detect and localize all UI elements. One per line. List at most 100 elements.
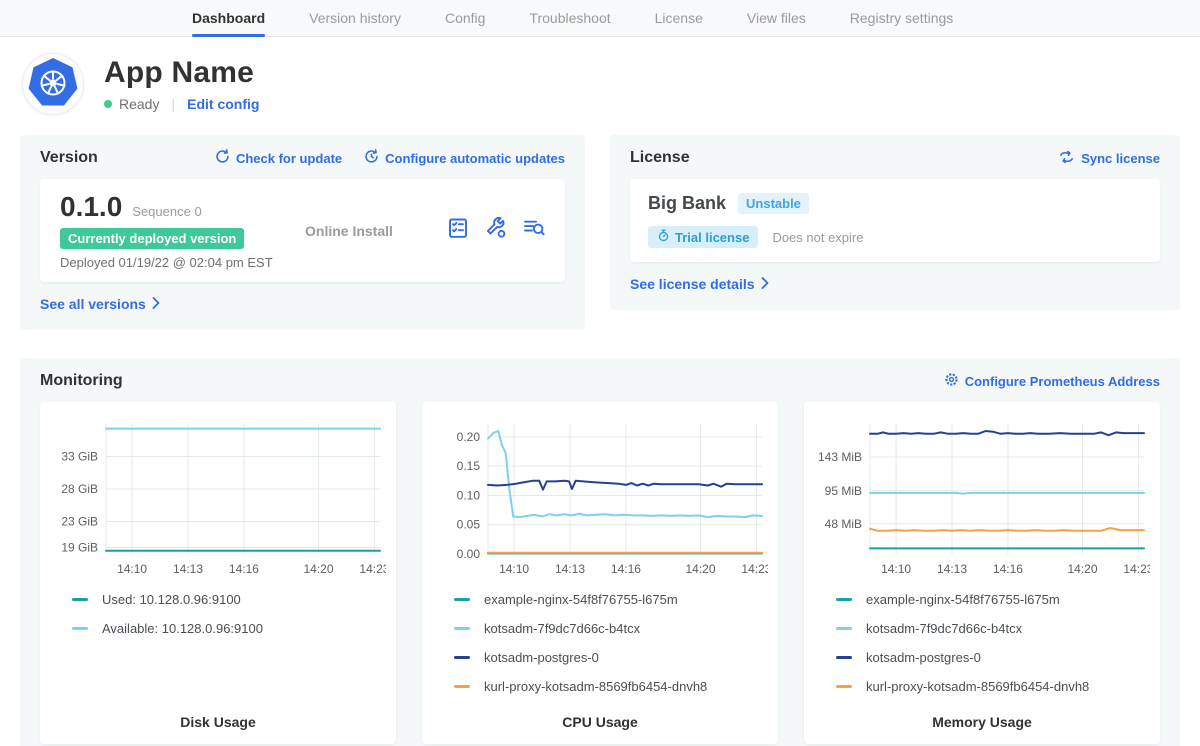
svg-text:0.10: 0.10 xyxy=(457,488,481,502)
legend-label: kotsadm-7f9dc7d66c-b4tcx xyxy=(866,621,1022,636)
disk-usage-legend: Used: 10.128.0.96:9100 Available: 10.128.… xyxy=(72,592,386,650)
tab-view-files[interactable]: View files xyxy=(747,0,806,36)
license-section-title: License xyxy=(630,149,690,167)
stopwatch-icon xyxy=(657,229,670,245)
legend-item: kotsadm-7f9dc7d66c-b4tcx xyxy=(454,621,768,636)
deployed-timestamp: Deployed 01/19/22 @ 02:04 pm EST xyxy=(60,255,305,270)
legend-swatch xyxy=(72,627,88,630)
legend-label: Available: 10.128.0.96:9100 xyxy=(102,621,263,636)
tab-license[interactable]: License xyxy=(655,0,703,36)
svg-text:0.15: 0.15 xyxy=(457,459,481,473)
chart-title: CPU Usage xyxy=(432,714,768,730)
svg-text:33 GiB: 33 GiB xyxy=(61,450,98,464)
svg-text:14:20: 14:20 xyxy=(685,562,715,576)
tab-config[interactable]: Config xyxy=(445,0,485,36)
sequence-label: Sequence 0 xyxy=(132,204,201,219)
svg-text:14:13: 14:13 xyxy=(937,562,967,576)
status-dot xyxy=(104,100,112,108)
legend-item: kurl-proxy-kotsadm-8569fb6454-dnvh8 xyxy=(454,679,768,694)
check-for-update-link[interactable]: Check for update xyxy=(215,149,342,167)
svg-text:143 MiB: 143 MiB xyxy=(818,450,862,464)
legend-label: example-nginx-54f8f76755-l675m xyxy=(866,592,1060,607)
memory-usage-legend: example-nginx-54f8f76755-l675m kotsadm-7f… xyxy=(836,592,1150,708)
legend-swatch xyxy=(836,685,852,688)
customer-name: Big Bank xyxy=(648,193,726,214)
deploy-logs-button[interactable] xyxy=(523,217,545,244)
legend-swatch xyxy=(836,656,852,659)
license-type-badge: Trial license xyxy=(648,226,758,248)
configure-prometheus-link[interactable]: Configure Prometheus Address xyxy=(944,372,1160,390)
edit-config-link[interactable]: Edit config xyxy=(187,96,259,112)
legend-swatch xyxy=(454,627,470,630)
svg-text:14:23: 14:23 xyxy=(359,562,386,576)
config-wrench-icon-button[interactable] xyxy=(485,217,507,244)
svg-text:95 MiB: 95 MiB xyxy=(825,484,862,498)
disk-usage-card: 14:1014:1314:1614:2014:2333 GiB28 GiB23 … xyxy=(40,402,396,744)
legend-item: Available: 10.128.0.96:9100 xyxy=(72,621,386,636)
configure-automatic-updates-link[interactable]: Configure automatic updates xyxy=(364,149,565,167)
svg-text:0.00: 0.00 xyxy=(457,547,481,561)
svg-text:14:13: 14:13 xyxy=(173,562,203,576)
see-license-details-link[interactable]: See license details xyxy=(630,276,769,292)
svg-text:14:16: 14:16 xyxy=(993,562,1023,576)
license-panel: License Sync license Big Bank xyxy=(610,135,1180,310)
memory-usage-chart: 14:1014:1314:1614:2014:23143 MiB95 MiB48… xyxy=(814,414,1150,586)
divider: | xyxy=(171,96,175,112)
deployed-badge: Currently deployed version xyxy=(60,228,244,249)
expiry-text: Does not expire xyxy=(772,230,863,245)
current-version-card: 0.1.0 Sequence 0 Currently deployed vers… xyxy=(40,179,565,282)
legend-swatch xyxy=(836,598,852,601)
status-badge: Ready xyxy=(119,96,159,112)
tab-registry-settings[interactable]: Registry settings xyxy=(850,0,953,36)
refresh-icon xyxy=(215,149,230,167)
monitoring-panel: Monitoring Configure Prometheus Address … xyxy=(20,358,1180,746)
tab-troubleshoot[interactable]: Troubleshoot xyxy=(529,0,610,36)
version-panel: Version Check for update xyxy=(20,135,585,330)
svg-text:19 GiB: 19 GiB xyxy=(61,541,98,555)
install-type-label: Online Install xyxy=(305,223,447,239)
see-all-versions-link[interactable]: See all versions xyxy=(40,296,160,312)
svg-text:0.05: 0.05 xyxy=(457,518,481,532)
legend-item: Used: 10.128.0.96:9100 xyxy=(72,592,386,607)
legend-label: kotsadm-postgres-0 xyxy=(484,650,599,665)
legend-item: kotsadm-postgres-0 xyxy=(454,650,768,665)
cpu-usage-legend: example-nginx-54f8f76755-l675m kotsadm-7f… xyxy=(454,592,768,708)
tab-version-history[interactable]: Version history xyxy=(309,0,401,36)
app-header: App Name Ready | Edit config xyxy=(0,37,1200,131)
legend-label: kurl-proxy-kotsadm-8569fb6454-dnvh8 xyxy=(866,679,1089,694)
svg-text:48 MiB: 48 MiB xyxy=(825,517,862,531)
legend-item: kurl-proxy-kotsadm-8569fb6454-dnvh8 xyxy=(836,679,1150,694)
svg-text:14:10: 14:10 xyxy=(499,562,529,576)
svg-text:14:20: 14:20 xyxy=(1067,562,1097,576)
page-title: App Name xyxy=(104,56,259,90)
kubernetes-icon xyxy=(27,56,79,113)
svg-text:28 GiB: 28 GiB xyxy=(61,482,98,496)
legend-label: kotsadm-postgres-0 xyxy=(866,650,981,665)
legend-item: example-nginx-54f8f76755-l675m xyxy=(454,592,768,607)
legend-swatch xyxy=(454,656,470,659)
top-nav: Dashboard Version history Config Trouble… xyxy=(0,0,1200,37)
svg-text:14:16: 14:16 xyxy=(229,562,259,576)
channel-badge: Unstable xyxy=(738,193,809,214)
legend-label: kotsadm-7f9dc7d66c-b4tcx xyxy=(484,621,640,636)
svg-text:14:10: 14:10 xyxy=(117,562,147,576)
svg-text:0.20: 0.20 xyxy=(457,430,481,444)
preflight-checks-button[interactable] xyxy=(447,217,469,244)
monitoring-section-title: Monitoring xyxy=(40,372,123,390)
main-content: Version Check for update xyxy=(0,131,1200,746)
disk-usage-chart: 14:1014:1314:1614:2014:2333 GiB28 GiB23 … xyxy=(50,414,386,586)
memory-usage-card: 14:1014:1314:1614:2014:23143 MiB95 MiB48… xyxy=(804,402,1160,744)
app-logo xyxy=(22,53,84,115)
legend-item: kotsadm-7f9dc7d66c-b4tcx xyxy=(836,621,1150,636)
chart-title: Memory Usage xyxy=(814,714,1150,730)
legend-label: kurl-proxy-kotsadm-8569fb6454-dnvh8 xyxy=(484,679,707,694)
version-number: 0.1.0 xyxy=(60,191,122,223)
sync-license-link[interactable]: Sync license xyxy=(1058,150,1160,167)
chart-title: Disk Usage xyxy=(50,714,386,730)
legend-swatch xyxy=(454,598,470,601)
svg-text:23 GiB: 23 GiB xyxy=(61,515,98,529)
tab-dashboard[interactable]: Dashboard xyxy=(192,0,265,36)
legend-swatch xyxy=(72,598,88,601)
legend-label: Used: 10.128.0.96:9100 xyxy=(102,592,241,607)
svg-text:14:23: 14:23 xyxy=(741,562,768,576)
